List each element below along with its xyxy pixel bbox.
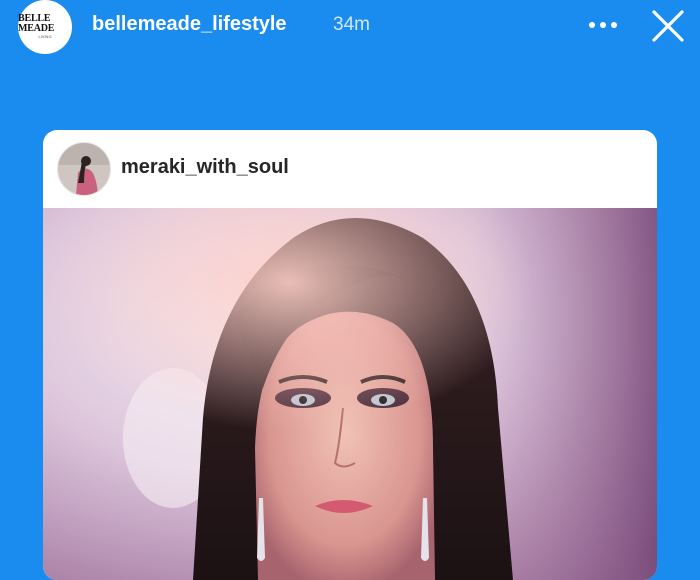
post-image[interactable] <box>43 208 657 580</box>
story-timestamp: 34m <box>333 14 370 35</box>
story-avatar[interactable]: BELLE MEADE LIVING <box>18 0 72 54</box>
avatar-logo-subtext: LIVING <box>38 34 52 39</box>
more-options-button[interactable] <box>584 10 624 40</box>
story-header: BELLE MEADE LIVING bellemeade_lifestyle … <box>0 0 700 60</box>
shared-post-card[interactable]: meraki_with_soul <box>43 130 657 580</box>
shared-post-header: meraki_with_soul <box>43 130 657 208</box>
more-horizontal-icon <box>589 22 617 28</box>
avatar-logo-text: BELLE MEADE <box>18 13 55 34</box>
shared-post-username[interactable]: meraki_with_soul <box>121 156 289 179</box>
avatar-photo <box>58 143 110 195</box>
close-button[interactable] <box>648 6 688 46</box>
close-icon <box>652 10 684 42</box>
story-username[interactable]: bellemeade_lifestyle <box>92 13 287 36</box>
shared-post-avatar[interactable] <box>57 142 111 196</box>
portrait-photo <box>43 208 657 580</box>
